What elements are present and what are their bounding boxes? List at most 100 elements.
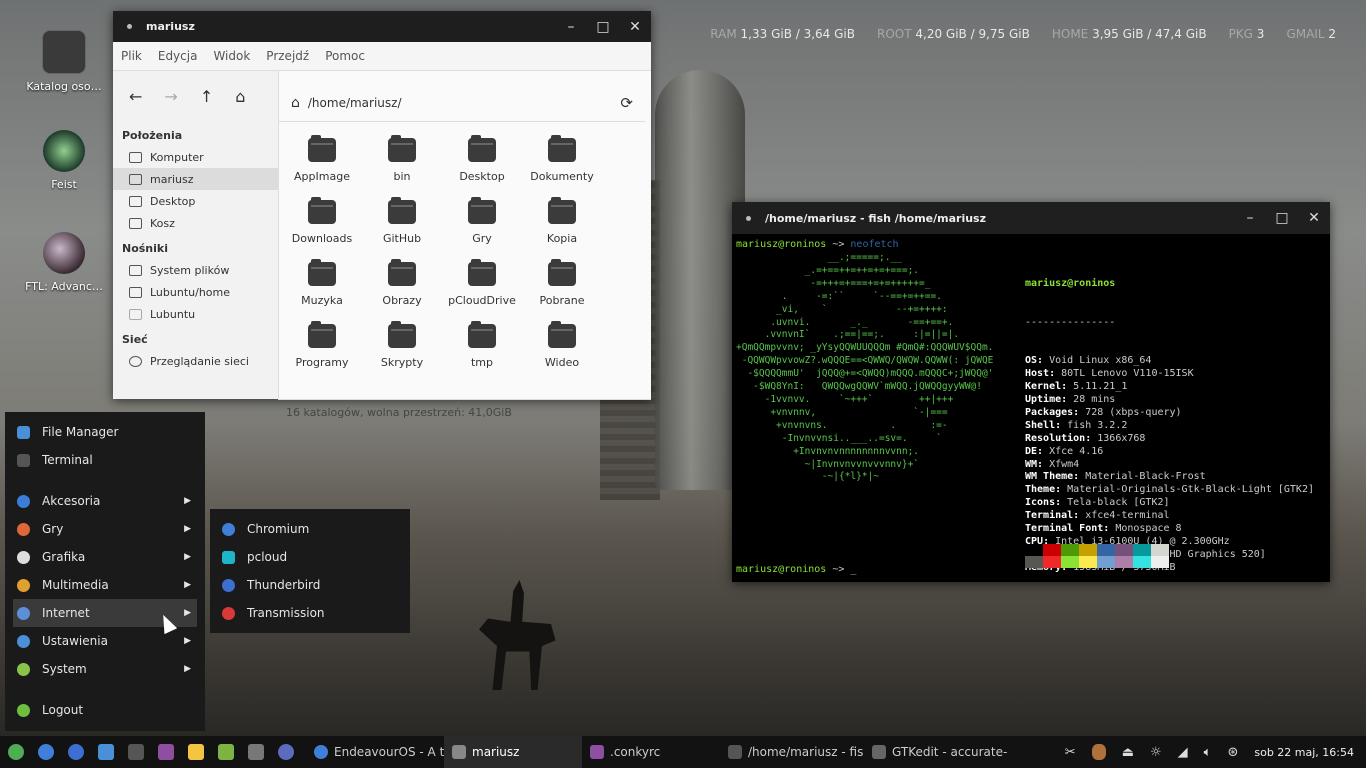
file-manager-icon[interactable] xyxy=(98,744,114,760)
file-item[interactable]: AppImage xyxy=(282,134,362,196)
system-info-line: WM Theme: Material-Black-Frost xyxy=(1025,471,1206,483)
file-item[interactable]: tmp xyxy=(442,320,522,382)
color-swatch xyxy=(1079,556,1097,568)
menu-pomoc[interactable]: Pomoc xyxy=(317,49,373,63)
color-swatch xyxy=(1043,556,1061,568)
file-label: Desktop xyxy=(459,170,505,183)
file-manager-window: mariusz – □ ✕ Plik Edycja Widok Przejdź … xyxy=(113,11,651,419)
file-item[interactable]: Programy xyxy=(282,320,362,382)
menu-plik[interactable]: Plik xyxy=(113,49,150,63)
close-button[interactable]: ✕ xyxy=(619,19,651,35)
file-item[interactable]: Gry xyxy=(442,196,522,258)
chromium-icon[interactable] xyxy=(38,744,54,760)
wifi-icon[interactable]: ◢ xyxy=(1178,745,1188,760)
menu-item-grafika[interactable]: Grafika ▶ xyxy=(5,543,205,571)
file-item[interactable]: Skrypty xyxy=(362,320,442,382)
submenu-item-transmission[interactable]: Transmission xyxy=(210,599,410,627)
sidebar-item-lubuntu[interactable]: Lubuntu xyxy=(113,303,278,325)
folder-icon xyxy=(468,135,496,162)
app-icon[interactable] xyxy=(158,744,174,760)
menu-przejdz[interactable]: Przejdź xyxy=(258,49,317,63)
hexchat-icon[interactable] xyxy=(278,744,294,760)
menu-item-akcesoria[interactable]: Akcesoria ▶ xyxy=(5,487,205,515)
sidebar-item-system-plikow[interactable]: System plików xyxy=(113,259,278,281)
file-item[interactable]: Kopia xyxy=(522,196,602,258)
update-icon[interactable]: ⊛ xyxy=(1227,745,1238,760)
file-item[interactable]: Muzyka xyxy=(282,258,362,320)
minimize-button[interactable]: – xyxy=(555,19,587,35)
sidebar-item-kosz[interactable]: Kosz xyxy=(113,212,278,234)
file-item[interactable]: GitHub xyxy=(362,196,442,258)
text-editor-icon[interactable] xyxy=(248,744,264,760)
user-avatar-icon[interactable] xyxy=(1091,744,1106,760)
clock[interactable]: sob 22 maj, 16:54 xyxy=(1254,746,1354,759)
whisker-menu-icon[interactable] xyxy=(8,744,24,760)
file-label: Pobrane xyxy=(539,294,585,307)
volume-icon[interactable]: 🔈︎ xyxy=(1204,745,1212,760)
terminal-output[interactable]: mariusz@roninos ~> neofetch __.;=====;._… xyxy=(732,234,1330,582)
sidebar-item-lubuntu-home[interactable]: Lubuntu/home xyxy=(113,281,278,303)
file-item[interactable]: pCloudDrive xyxy=(442,258,522,320)
file-item[interactable]: Wideo xyxy=(522,320,602,382)
menu-item-system[interactable]: System ▶ xyxy=(5,655,205,683)
back-arrow-icon[interactable]: ← xyxy=(129,87,142,106)
scissors-icon[interactable]: ✂ xyxy=(1065,745,1076,760)
up-arrow-icon[interactable]: ↑ xyxy=(200,87,213,106)
window-menu-icon[interactable] xyxy=(127,24,132,29)
menu-separator xyxy=(5,474,205,487)
file-item[interactable]: Obrazy xyxy=(362,258,442,320)
lightbulb-icon[interactable]: ☼ xyxy=(1150,745,1162,760)
menu-widok[interactable]: Widok xyxy=(205,49,258,63)
path-bar[interactable]: ⌂ /home/mariusz/ ⟳ xyxy=(279,85,645,122)
desktop-icon-ftl[interactable]: FTL: Advanc… xyxy=(18,232,110,293)
taskbar-task-browser[interactable]: EndeavourOS - A te… xyxy=(306,736,444,768)
submenu-item-pcloud[interactable]: pcloud xyxy=(210,543,410,571)
menu-edycja[interactable]: Edycja xyxy=(150,49,206,63)
desktop-icon-home[interactable]: Katalog oso… xyxy=(18,30,110,93)
sidebar-item-network[interactable]: Przeglądanie sieci xyxy=(113,350,278,372)
menu-item-gry[interactable]: Gry ▶ xyxy=(5,515,205,543)
terminal-icon[interactable] xyxy=(128,744,144,760)
notes-icon[interactable] xyxy=(188,744,204,760)
media-player-icon[interactable] xyxy=(218,744,234,760)
usb-icon[interactable]: ⏏ xyxy=(1122,745,1134,760)
menu-item-multimedia[interactable]: Multimedia ▶ xyxy=(5,571,205,599)
menu-item-logout[interactable]: Logout xyxy=(5,696,205,724)
file-item[interactable]: Downloads xyxy=(282,196,362,258)
sidebar-item-desktop[interactable]: Desktop xyxy=(113,190,278,212)
window-titlebar[interactable]: /home/mariusz - fish /home/mariusz – □ ✕ xyxy=(732,202,1330,234)
color-swatch xyxy=(1061,556,1079,568)
drive-icon xyxy=(129,264,142,276)
thunderbird-icon[interactable] xyxy=(68,744,84,760)
sidebar-item-mariusz[interactable]: mariusz xyxy=(113,168,278,190)
close-button[interactable]: ✕ xyxy=(1298,210,1330,226)
maximize-button[interactable]: □ xyxy=(1266,210,1298,226)
taskbar-task-conkyrc[interactable]: .conkyrc xyxy=(582,736,720,768)
file-item[interactable]: Pobrane xyxy=(522,258,602,320)
maximize-button[interactable]: □ xyxy=(587,19,619,35)
taskbar-task-gtkedit[interactable]: GTKedit - accurate-r… xyxy=(864,736,1008,768)
home-icon[interactable]: ⌂ xyxy=(235,87,245,106)
file-item[interactable]: bin xyxy=(362,134,442,196)
submenu-item-thunderbird[interactable]: Thunderbird xyxy=(210,571,410,599)
taskbar-task-file-manager[interactable]: mariusz xyxy=(444,736,582,768)
folder-icon xyxy=(308,197,336,224)
sidebar-item-komputer[interactable]: Komputer xyxy=(113,146,278,168)
submenu-arrow-icon: ▶ xyxy=(184,552,191,562)
menu-item-terminal[interactable]: Terminal xyxy=(5,446,205,474)
file-item[interactable]: Desktop xyxy=(442,134,522,196)
chromium-icon xyxy=(222,522,235,536)
desktop-icon xyxy=(129,195,142,207)
minimize-button[interactable]: – xyxy=(1234,210,1266,226)
menu-item-file-manager[interactable]: File Manager xyxy=(5,418,205,446)
taskbar-task-terminal[interactable]: /home/mariusz - fis… xyxy=(720,736,864,768)
reload-icon[interactable]: ⟳ xyxy=(620,94,633,112)
submenu-item-chromium[interactable]: Chromium xyxy=(210,515,410,543)
file-item[interactable]: Dokumenty xyxy=(522,134,602,196)
menu-item-ustawienia[interactable]: Ustawienia ▶ xyxy=(5,627,205,655)
path-text[interactable]: /home/mariusz/ xyxy=(308,96,621,110)
window-titlebar[interactable]: mariusz – □ ✕ xyxy=(113,11,651,42)
window-menu-icon[interactable] xyxy=(746,215,751,221)
forward-arrow-icon[interactable]: → xyxy=(164,87,177,106)
desktop-icon-feist[interactable]: Feist xyxy=(18,130,110,191)
